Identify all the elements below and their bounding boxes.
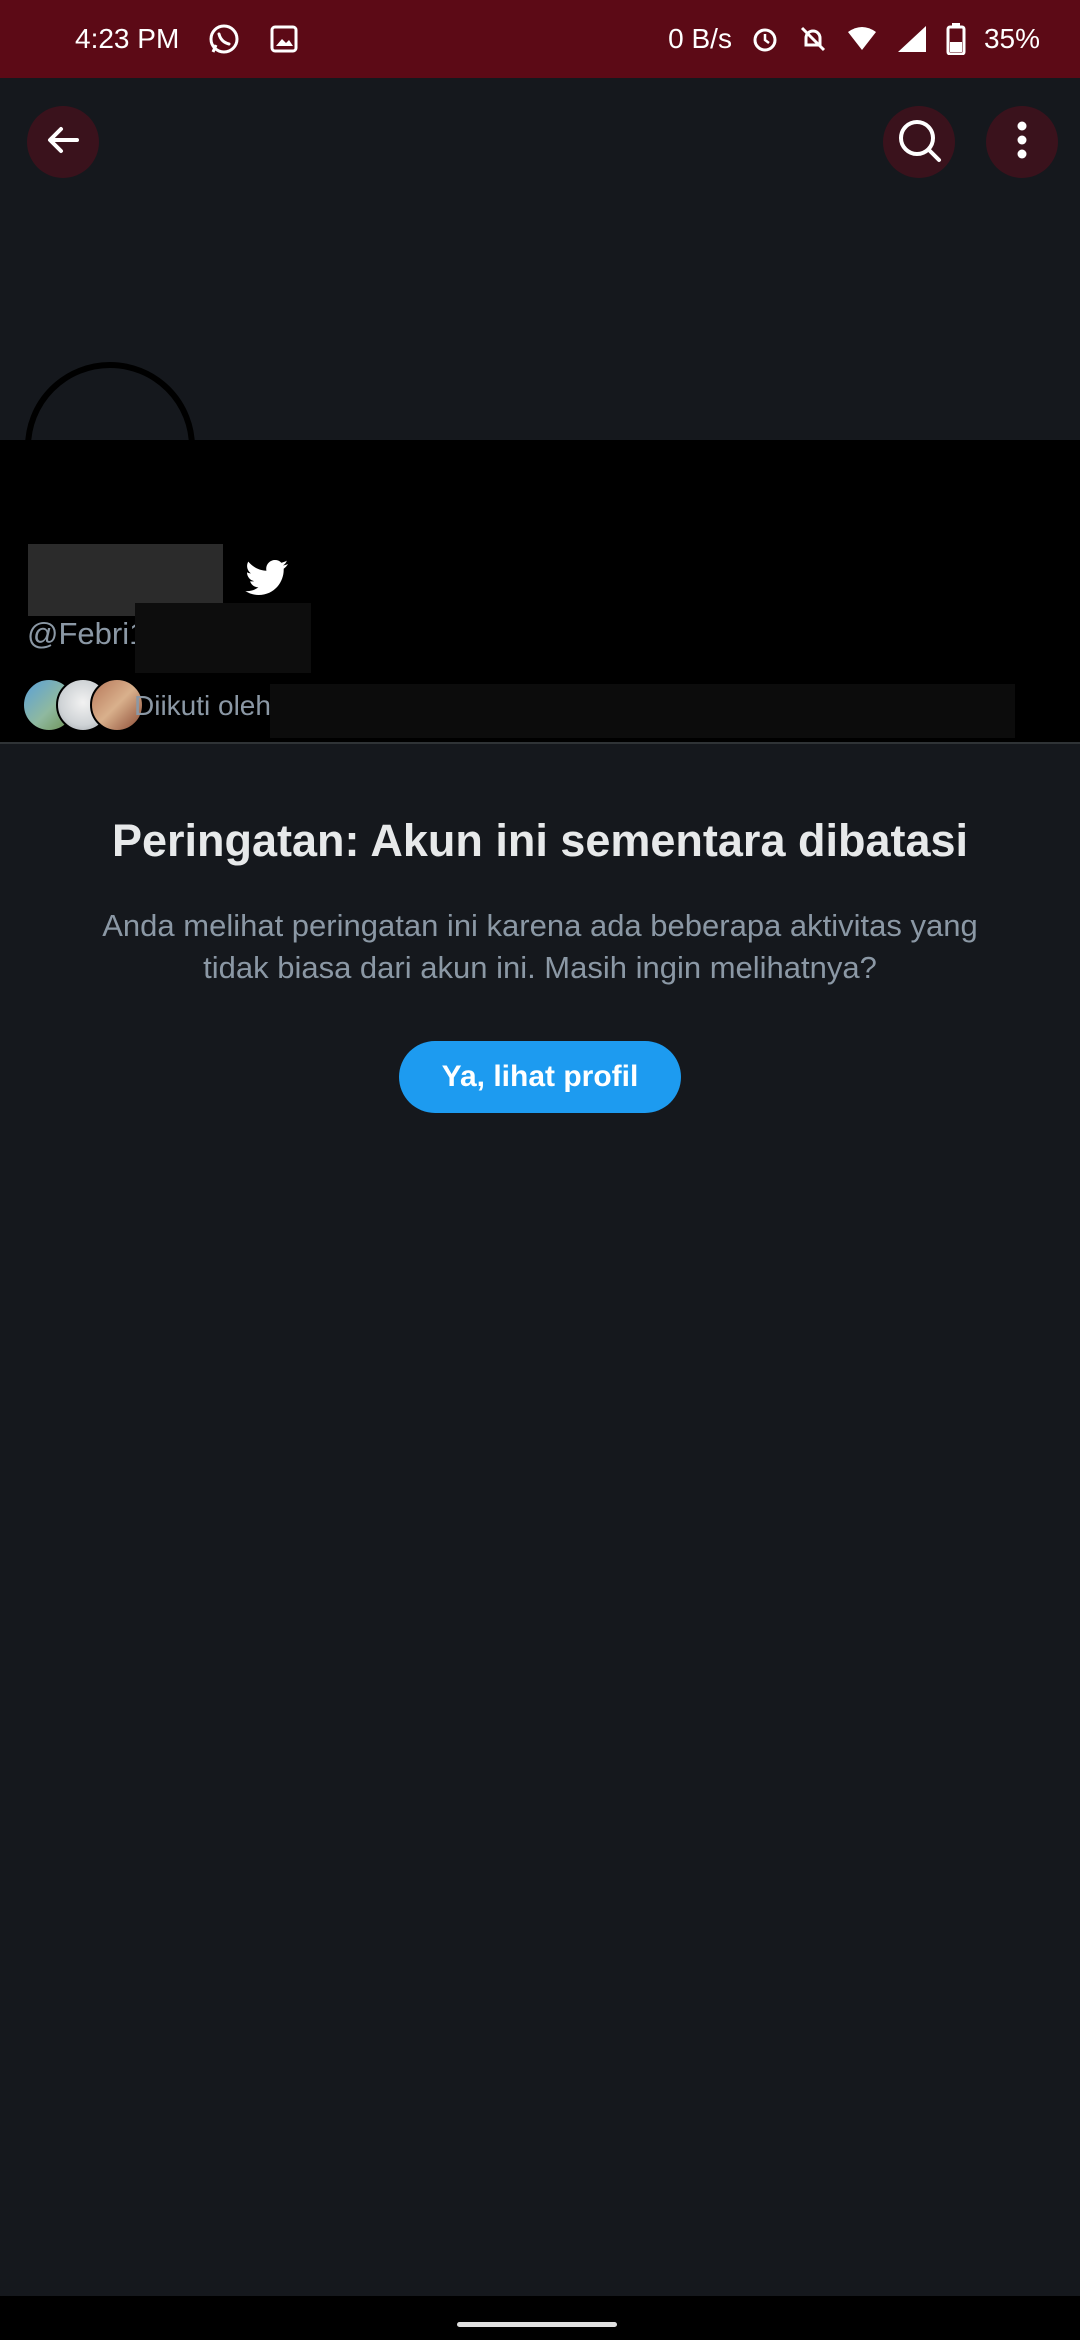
- warning-description: Anda melihat peringatan ini karena ada b…: [102, 908, 978, 985]
- view-profile-button[interactable]: Ya, lihat profil: [399, 1041, 681, 1113]
- followers-avatars[interactable]: [22, 676, 144, 734]
- image-icon: [269, 24, 299, 54]
- arrow-left-icon: [43, 120, 83, 165]
- navigation-bar: [0, 2296, 1080, 2340]
- alarm-icon: [750, 24, 780, 54]
- net-speed: 0 B/s: [668, 23, 732, 54]
- whatsapp-icon: [207, 22, 241, 56]
- status-time: 4:23 PM: [75, 23, 180, 54]
- handle-redacted: [135, 603, 311, 673]
- home-indicator[interactable]: [457, 2322, 617, 2327]
- notifications-off-icon: [798, 24, 828, 54]
- followed-by-label: Diikuti oleh: [134, 690, 271, 721]
- twitter-bird-icon: [245, 560, 289, 601]
- wifi-icon: [846, 24, 878, 54]
- warning-title: Peringatan: Akun ini sementara dibatasi: [111, 815, 969, 866]
- battery-percent: 35%: [983, 23, 1040, 54]
- search-button[interactable]: [883, 106, 955, 178]
- back-button[interactable]: [27, 106, 99, 178]
- search-icon: [896, 117, 942, 168]
- signal-icon: [896, 24, 928, 54]
- battery-icon: [946, 23, 966, 55]
- status-bar: 4:23 PM 0 B/s 35%: [0, 0, 1080, 78]
- more-options-button[interactable]: [986, 106, 1058, 178]
- more-vertical-icon: [1016, 120, 1028, 165]
- followed-by-redacted: [270, 684, 1015, 738]
- divider: [0, 742, 1080, 744]
- profile-handle: @Febri1: [27, 616, 147, 651]
